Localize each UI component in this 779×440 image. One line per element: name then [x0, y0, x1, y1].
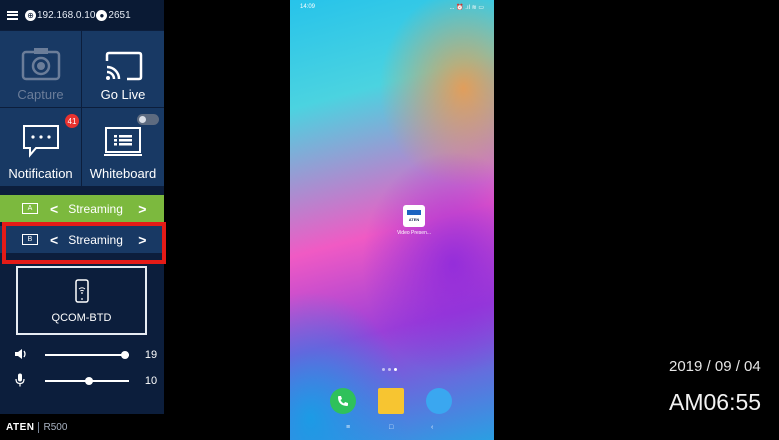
- connection-icon: ●: [96, 9, 108, 21]
- network-icon: ⊕: [25, 9, 36, 21]
- app-label: Video Presen...: [396, 230, 432, 236]
- speaker-icon[interactable]: [13, 348, 27, 363]
- whiteboard-toggle[interactable]: [137, 114, 159, 125]
- phone-status-icons: ... ⏰ .ıl ≋ ▭: [449, 4, 484, 11]
- video-presenter-app-icon[interactable]: ATEN: [403, 205, 425, 227]
- time-display: AM06:55: [669, 389, 762, 415]
- port-number: 2651: [108, 9, 131, 21]
- chevron-left-icon[interactable]: <: [50, 201, 58, 217]
- whiteboard-label: Whiteboard: [89, 166, 157, 181]
- chevron-right-icon[interactable]: >: [138, 201, 146, 217]
- device-name: QCOM-BTD: [51, 312, 112, 324]
- messages-app-icon[interactable]: [378, 388, 404, 414]
- stream-row-a[interactable]: A < Streaming >: [0, 195, 164, 222]
- app-icon-band: [407, 210, 421, 215]
- capture-button[interactable]: Capture: [0, 31, 81, 107]
- brand-logo: ATEN: [6, 421, 35, 433]
- nav-back-icon[interactable]: ‹: [431, 424, 433, 431]
- phone-icon: [338, 396, 348, 406]
- notification-label: Notification: [8, 166, 73, 181]
- whiteboard-icon: [104, 127, 142, 156]
- footer-bar: ATEN R500: [0, 414, 164, 440]
- mic-value: 10: [144, 375, 158, 387]
- mic-slider[interactable]: [45, 377, 129, 385]
- microphone-icon[interactable]: [13, 373, 27, 390]
- stream-a-label: Streaming: [68, 201, 123, 216]
- mirrored-phone-screen[interactable]: 14:09 ... ⏰ .ıl ≋ ▭ ATEN Video Presen...…: [290, 0, 494, 440]
- volume-knob[interactable]: [121, 351, 129, 359]
- cast-icon: [105, 51, 143, 81]
- model-name: R500: [38, 421, 67, 433]
- volume-value: 19: [144, 349, 158, 361]
- date-display: 2019 / 09 / 04: [669, 358, 761, 375]
- mic-slider-row: 10: [0, 371, 164, 391]
- page-indicator: [382, 368, 397, 371]
- selection-highlight: [2, 222, 166, 264]
- app-icon-brand: ATEN: [408, 217, 420, 222]
- volume-slider-row: 19: [0, 345, 164, 365]
- channel-a-icon: A: [22, 203, 38, 214]
- smartphone-wifi-icon: [74, 279, 89, 303]
- top-bar: ⊕ 192.168.0.10 ● 2651: [0, 0, 164, 30]
- phone-status-bar: 14:09 ... ⏰ .ıl ≋ ▭: [290, 0, 494, 14]
- nav-menu-icon[interactable]: ≡: [346, 424, 350, 431]
- ip-address: 192.168.0.10: [37, 9, 96, 21]
- go-live-label: Go Live: [100, 87, 146, 102]
- message-icon: [22, 125, 59, 158]
- mic-knob[interactable]: [85, 377, 94, 385]
- volume-slider[interactable]: [45, 351, 129, 359]
- browser-app-icon[interactable]: [426, 388, 452, 414]
- menu-icon[interactable]: [7, 10, 18, 20]
- device-tile[interactable]: QCOM-BTD: [16, 266, 147, 335]
- go-live-button[interactable]: Go Live: [82, 31, 164, 107]
- dialer-app-icon[interactable]: [330, 388, 356, 414]
- notification-count-badge: 41: [65, 114, 79, 128]
- phone-status-time: 14:09: [300, 4, 316, 10]
- camera-icon: [21, 48, 60, 81]
- capture-label: Capture: [17, 87, 64, 102]
- nav-home-icon[interactable]: □: [389, 424, 393, 431]
- control-panel: ⊕ 192.168.0.10 ● 2651 Capture Go Live No…: [0, 0, 166, 440]
